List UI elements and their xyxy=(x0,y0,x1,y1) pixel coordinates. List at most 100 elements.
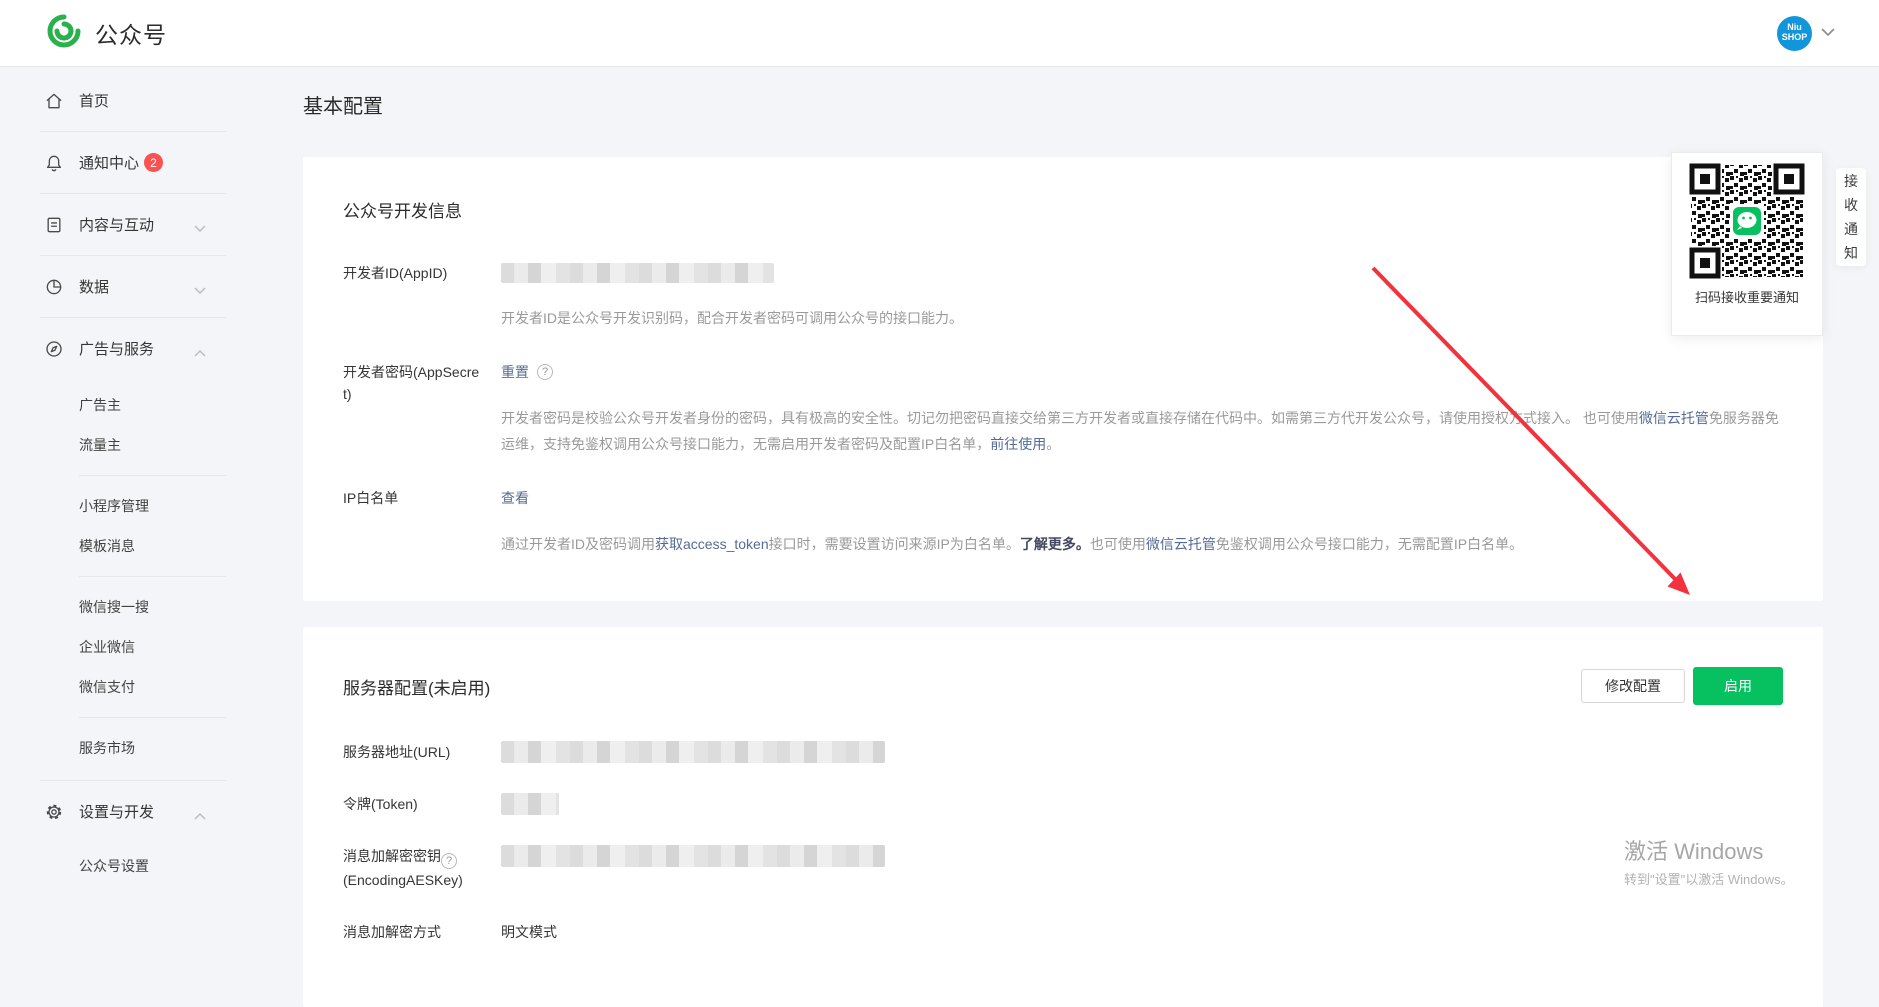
sidebar-subitem-label: 微信支付 xyxy=(79,677,135,697)
dev-info-card-title: 公众号开发信息 xyxy=(343,197,1783,222)
account-avatar[interactable]: Niu SHOP xyxy=(1777,16,1812,51)
appsecret-help-icon[interactable]: ? xyxy=(537,364,553,380)
ip-desc-text: 接口时，需要设置访问来源IP为白名单。 xyxy=(769,536,1020,552)
sidebar-item-home[interactable]: 首页 xyxy=(0,70,232,131)
sidebar-item-ads-services[interactable]: 广告与服务 xyxy=(0,318,232,379)
sidebar-item-label: 广告与服务 xyxy=(79,338,154,359)
sidebar-subitem-label: 模板消息 xyxy=(79,536,135,556)
token-value-redacted xyxy=(501,793,559,815)
page-title: 基本配置 xyxy=(303,90,1879,119)
wechat-cloudrun-link[interactable]: 微信云托管 xyxy=(1639,410,1709,426)
sidebar-subitem-wechat-search[interactable]: 微信搜一搜 xyxy=(0,587,232,627)
appsecret-label: 开发者密码(AppSecret) xyxy=(343,361,501,405)
go-use-link[interactable]: 前往使用 xyxy=(990,436,1046,452)
app-logo-group[interactable]: 公众号 xyxy=(46,13,167,54)
divider xyxy=(79,576,226,577)
aeskey-label: 消息加解密密钥? (EncodingAESKey) xyxy=(343,845,501,891)
qr-code-image xyxy=(1688,162,1806,280)
appid-value-redacted xyxy=(501,263,774,283)
notification-count-badge: 2 xyxy=(144,153,163,172)
account-chevron-down-icon[interactable] xyxy=(1821,24,1835,42)
top-header: 公众号 Niu SHOP xyxy=(0,0,1879,67)
sidebar-subitem-wechat-pay[interactable]: 微信支付 xyxy=(0,667,232,707)
server-url-row: 服务器地址(URL) xyxy=(343,741,1783,763)
aeskey-value-redacted xyxy=(501,845,885,867)
app-title: 公众号 xyxy=(95,16,167,50)
sidebar-item-data[interactable]: 数据 xyxy=(0,256,232,317)
ip-whitelist-description: 通过开发者ID及密码调用获取access_token接口时，需要设置访问来源IP… xyxy=(501,531,1783,557)
server-url-value-redacted xyxy=(501,741,885,763)
learn-more-link[interactable]: 了解更多。 xyxy=(1020,536,1090,552)
sidebar-subitem-label: 微信搜一搜 xyxy=(79,597,149,617)
compass-icon xyxy=(44,339,64,359)
sidebar-subitem-account-settings[interactable]: 公众号设置 xyxy=(0,846,232,886)
view-ip-whitelist-link[interactable]: 查看 xyxy=(501,490,529,506)
ip-whitelist-row: IP白名单 查看 通过开发者ID及密码调用获取access_token接口时，需… xyxy=(343,487,1783,557)
sidebar: 首页 通知中心 2 内容与互动 xyxy=(0,67,232,901)
ip-desc-text: 免鉴权调用公众号接口能力，无需配置IP白名单。 xyxy=(1216,536,1523,552)
sidebar-subitem-service-market[interactable]: 服务市场 xyxy=(0,728,232,768)
wechat-cloudrun-link[interactable]: 微信云托管 xyxy=(1146,536,1216,552)
appid-label: 开发者ID(AppID) xyxy=(343,262,501,284)
aeskey-label-text: 消息加解密密钥 xyxy=(343,848,441,864)
sidebar-subitem-wecom[interactable]: 企业微信 xyxy=(0,627,232,667)
chevron-down-icon xyxy=(194,282,206,299)
sidebar-subitem-miniprogram[interactable]: 小程序管理 xyxy=(0,486,232,526)
appsecret-desc-text: 。 xyxy=(1046,436,1060,452)
dev-info-card: 公众号开发信息 开发者ID(AppID) 开发者ID是公众号开发识别码，配合开发… xyxy=(303,157,1823,601)
sidebar-item-label: 设置与开发 xyxy=(79,801,154,822)
sidebar-subitem-label: 流量主 xyxy=(79,435,121,455)
account-menu[interactable]: Niu SHOP xyxy=(1777,16,1835,51)
encrypt-mode-value: 明文模式 xyxy=(501,921,1783,943)
sidebar-item-settings-dev[interactable]: 设置与开发 xyxy=(0,781,232,842)
wechat-official-logo-icon xyxy=(46,13,82,54)
chevron-up-icon xyxy=(194,344,206,361)
appid-row: 开发者ID(AppID) 开发者ID是公众号开发识别码，配合开发者密码可调用公众… xyxy=(343,262,1783,331)
sidebar-subitem-advertiser[interactable]: 广告主 xyxy=(0,385,232,425)
server-config-card: 服务器配置(未启用) 修改配置 启用 服务器地址(URL) 令牌(Token) xyxy=(303,627,1823,1007)
home-icon xyxy=(44,91,64,111)
qr-notice-panel: 扫码接收重要通知 xyxy=(1671,152,1823,336)
aeskey-row: 消息加解密密钥? (EncodingAESKey) xyxy=(343,845,1783,891)
main-content: 基本配置 公众号开发信息 开发者ID(AppID) 开发者ID是公众号开发识别码… xyxy=(232,67,1879,901)
divider xyxy=(79,475,226,476)
sidebar-item-label: 通知中心 xyxy=(79,152,139,173)
encrypt-mode-row: 消息加解密方式 明文模式 xyxy=(343,921,1783,943)
receive-notice-tab[interactable]: 接收通知 xyxy=(1836,168,1866,266)
modify-config-button[interactable]: 修改配置 xyxy=(1581,669,1685,703)
chevron-down-icon xyxy=(194,220,206,237)
sidebar-subitem-template-message[interactable]: 模板消息 xyxy=(0,526,232,566)
server-config-card-title: 服务器配置(未启用) xyxy=(343,674,490,699)
appsecret-description: 开发者密码是校验公众号开发者身份的密码，具有极高的安全性。切记勿把密码直接交给第… xyxy=(501,405,1783,457)
sidebar-subitem-label: 服务市场 xyxy=(79,738,135,758)
appsecret-row: 开发者密码(AppSecret) 重置 ? 开发者密码是校验公众号开发者身份的密… xyxy=(343,361,1783,457)
sidebar-subitem-label: 小程序管理 xyxy=(79,496,149,516)
sidebar-subitem-traffic-owner[interactable]: 流量主 xyxy=(0,425,232,465)
sidebar-subitem-label: 广告主 xyxy=(79,395,121,415)
divider xyxy=(79,717,226,718)
bell-icon xyxy=(44,153,64,173)
aeskey-label-sub: (EncodingAESKey) xyxy=(343,869,483,891)
sidebar-item-content-interaction[interactable]: 内容与互动 xyxy=(0,194,232,255)
token-label: 令牌(Token) xyxy=(343,793,501,815)
ip-whitelist-label: IP白名单 xyxy=(343,487,501,509)
enable-button[interactable]: 启用 xyxy=(1693,667,1783,705)
encrypt-mode-label: 消息加解密方式 xyxy=(343,921,501,943)
receive-notice-tab-label: 接收通知 xyxy=(1844,169,1859,265)
aeskey-help-icon[interactable]: ? xyxy=(441,853,457,869)
reset-appsecret-link[interactable]: 重置 xyxy=(501,361,529,383)
gear-icon xyxy=(44,802,64,822)
token-row: 令牌(Token) xyxy=(343,793,1783,815)
sidebar-item-notification-center[interactable]: 通知中心 2 xyxy=(0,132,232,193)
server-url-label: 服务器地址(URL) xyxy=(343,741,501,763)
ip-desc-text: 通过开发者ID及密码调用 xyxy=(501,536,655,552)
pie-chart-icon xyxy=(44,277,64,297)
sidebar-item-label: 数据 xyxy=(79,276,109,297)
sidebar-item-label: 首页 xyxy=(79,90,109,111)
appsecret-desc-text: 开发者密码是校验公众号开发者身份的密码，具有极高的安全性。切记勿把密码直接交给第… xyxy=(501,410,1639,426)
access-token-link[interactable]: 获取access_token xyxy=(655,536,769,552)
avatar-text-line2: SHOP xyxy=(1782,33,1808,43)
ip-desc-text: 也可使用 xyxy=(1090,536,1146,552)
sidebar-subitem-label: 企业微信 xyxy=(79,637,135,657)
chevron-up-icon xyxy=(194,807,206,824)
